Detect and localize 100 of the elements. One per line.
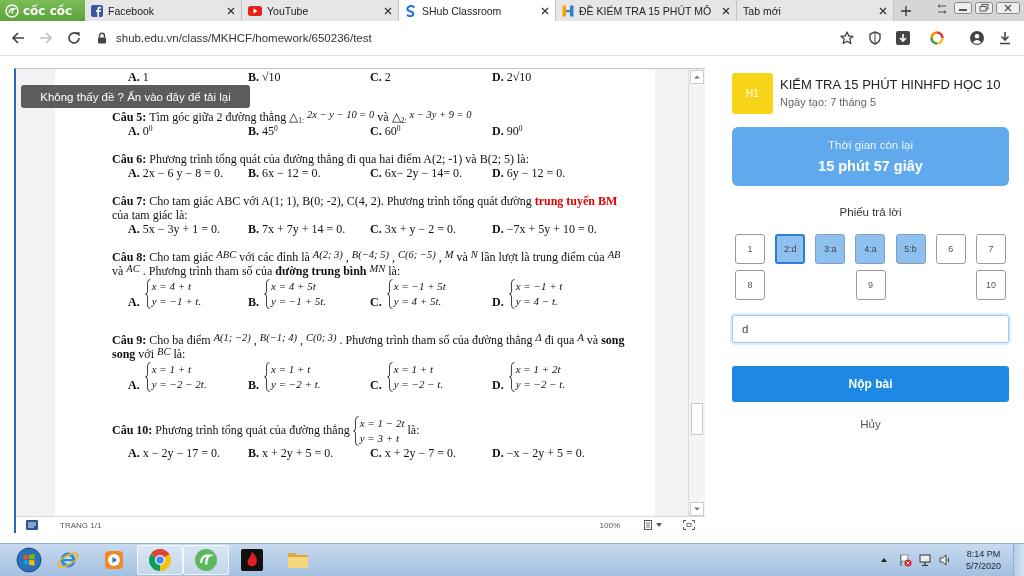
answer-cell[interactable]: 7 bbox=[975, 234, 1006, 264]
browser-tab[interactable]: YouTube bbox=[242, 0, 399, 21]
option-letter: D. bbox=[492, 296, 504, 309]
restore-icon[interactable] bbox=[975, 2, 993, 14]
answer-cell[interactable]: 3:a bbox=[815, 234, 846, 264]
equation-system: x = 1 + 2t y = −2 − t. bbox=[515, 362, 566, 392]
equation-system: x = −1 + 5t y = 4 + 5t. bbox=[393, 279, 446, 309]
answer-option: B. 45$^{0}$ bbox=[248, 124, 370, 138]
answer-option: D. 6y − 12 = 0. bbox=[492, 166, 614, 180]
close-icon[interactable] bbox=[227, 6, 235, 15]
option-letter: A. bbox=[128, 379, 140, 392]
equation-system: x = 4 + 5t y = −1 + 5t. bbox=[271, 279, 326, 309]
network-icon[interactable] bbox=[917, 553, 932, 567]
close-icon[interactable] bbox=[541, 6, 549, 15]
answer-option: C. 3x + y − 2 = 0. bbox=[370, 222, 492, 236]
answer-option: A. 1 bbox=[128, 70, 248, 84]
answer-option: B. √10 bbox=[248, 70, 370, 84]
play-button-icon bbox=[248, 5, 262, 16]
brace-icon bbox=[352, 416, 359, 446]
back-icon[interactable] bbox=[11, 31, 25, 45]
answer-option: D. −7x + 5y + 10 = 0. bbox=[492, 222, 614, 236]
browser-tab[interactable]: ĐỀ KIỂM TRA 15 PHÚT MÔ bbox=[556, 0, 738, 21]
answer-option: C. x + 2y − 7 = 0. bbox=[370, 446, 492, 460]
page-view-icon[interactable] bbox=[644, 520, 652, 530]
answer-option: B. x + 2y + 5 = 0. bbox=[248, 446, 370, 460]
page-indicator: TRANG 1/1 bbox=[60, 520, 102, 530]
brace-icon bbox=[144, 279, 151, 309]
submit-button[interactable]: Nộp bài bbox=[732, 366, 1009, 402]
question-text: là: bbox=[407, 422, 420, 437]
answer-cell[interactable]: 9 bbox=[855, 270, 886, 300]
brace-icon bbox=[508, 279, 515, 309]
close-icon[interactable] bbox=[879, 6, 888, 15]
answer-cell[interactable]: 4:a bbox=[855, 234, 886, 264]
timer-value: 15 phút 57 giây bbox=[818, 158, 923, 174]
document-icon bbox=[26, 520, 38, 530]
brace-icon bbox=[144, 362, 151, 392]
scroll-down-icon[interactable] bbox=[690, 502, 704, 516]
download-tray-icon[interactable] bbox=[998, 31, 1012, 45]
brace-icon bbox=[508, 362, 515, 392]
browser-tab[interactable]: SHub Classroom bbox=[399, 0, 556, 21]
answer-cell[interactable]: 5:b bbox=[895, 234, 926, 264]
option-letter: C. bbox=[370, 296, 382, 309]
plus-icon[interactable] bbox=[901, 5, 912, 16]
cancel-link[interactable]: Hủy bbox=[860, 418, 881, 430]
speaker-icon[interactable] bbox=[937, 553, 952, 567]
answer-cell[interactable]: 6 bbox=[935, 234, 966, 264]
option-letter: B. bbox=[248, 296, 259, 309]
reload-notice[interactable]: Không thấy đề ? Ấn vào đây để tải lại bbox=[21, 85, 250, 108]
minimize-icon[interactable] bbox=[954, 2, 972, 14]
brace-icon bbox=[386, 279, 393, 309]
answer-option: D. 2√10 bbox=[492, 70, 614, 84]
answer-cell[interactable]: 10 bbox=[976, 270, 1006, 300]
answer-option: A. 2x − 6 y − 8 = 0. bbox=[128, 166, 248, 180]
equation-system: x = −1 + t y = 4 − t. bbox=[515, 279, 563, 309]
question-text: Câu 10: Phương trình tổng quát của đường thẳng bbox=[112, 422, 350, 437]
answer-cell[interactable]: 1 bbox=[735, 234, 765, 264]
lock-icon bbox=[97, 32, 107, 44]
circle-logo-icon bbox=[148, 548, 172, 572]
s-swirl-icon bbox=[405, 4, 417, 17]
answer-option: D. 90$^{0}$ bbox=[492, 124, 614, 138]
answer-option: C. 6x− 2y − 14= 0. bbox=[370, 166, 492, 180]
address-field[interactable]: shub.edu.vn/class/MKHCF/homework/650236/test bbox=[97, 26, 826, 50]
browser-tab[interactable]: Facebook bbox=[85, 0, 242, 21]
caret-icon[interactable] bbox=[656, 523, 662, 527]
shield-icon[interactable] bbox=[868, 31, 882, 45]
equation-system: x = 1 + t y = −2 + t. bbox=[271, 362, 321, 392]
answer-option: C. 60$^{0}$ bbox=[370, 124, 492, 138]
answer-option: A. x − 2y − 17 = 0. bbox=[128, 446, 248, 460]
scroll-up-icon[interactable] bbox=[690, 70, 704, 84]
start-orb-icon[interactable] bbox=[16, 547, 42, 573]
option-letter: D. bbox=[492, 379, 504, 392]
answer-cell[interactable]: 8 bbox=[735, 270, 765, 300]
question-text: Câu 9: Cho ba điểm $^{A(1; −2)}$ , $^{B(−1; 4)}$ , $^{C(0; 3)}$ . Phương trình tham số của đường thẳng $^{Δ}$ đi qua $^{A}$ và song song với $^{BC}$ là: bbox=[112, 333, 626, 361]
download-icon[interactable] bbox=[896, 31, 910, 45]
answer-input[interactable]: d bbox=[732, 315, 1009, 343]
brace-icon bbox=[264, 279, 270, 309]
equation-system: x = 1 + t y = −2 − 2t. bbox=[151, 362, 207, 392]
answer-sheet-title: Phiếu trả lời bbox=[839, 206, 902, 218]
flag-icon[interactable] bbox=[897, 553, 912, 567]
created-date: Ngày tạo: 7 tháng 5 bbox=[780, 96, 876, 108]
close-icon[interactable] bbox=[722, 6, 731, 15]
scrollbar-track[interactable] bbox=[688, 69, 705, 516]
equation-system: x = 4 + t y = −1 + t. bbox=[151, 279, 202, 309]
play-tile-icon bbox=[102, 548, 126, 572]
account-icon[interactable] bbox=[970, 31, 984, 45]
up-caret-icon[interactable] bbox=[879, 557, 888, 563]
answer-option: C. 2 bbox=[370, 70, 492, 84]
option-letter: A. bbox=[128, 296, 140, 309]
close-icon[interactable] bbox=[384, 6, 392, 15]
reload-icon[interactable] bbox=[67, 31, 81, 45]
fit-screen-icon[interactable] bbox=[683, 520, 695, 530]
browser-tab[interactable]: Tab mới bbox=[737, 0, 895, 21]
scrollbar-thumb[interactable] bbox=[691, 403, 703, 435]
ring-icon[interactable] bbox=[930, 31, 944, 45]
question-text: Câu 7: Cho tam giác ABC với A(1; 1), B(0; -2), C(4, 2). Phương trình tổng quát đường trung tuyến BM của tam giác là: bbox=[112, 194, 619, 222]
close-icon[interactable] bbox=[996, 2, 1020, 14]
arrows-icon[interactable] bbox=[937, 4, 947, 14]
assignment-title: KIẾM TRA 15 PHÚT HINHFD HỌC 10 bbox=[780, 77, 1001, 92]
answer-cell[interactable]: 2:d bbox=[775, 234, 806, 264]
star-icon[interactable] bbox=[840, 31, 854, 45]
